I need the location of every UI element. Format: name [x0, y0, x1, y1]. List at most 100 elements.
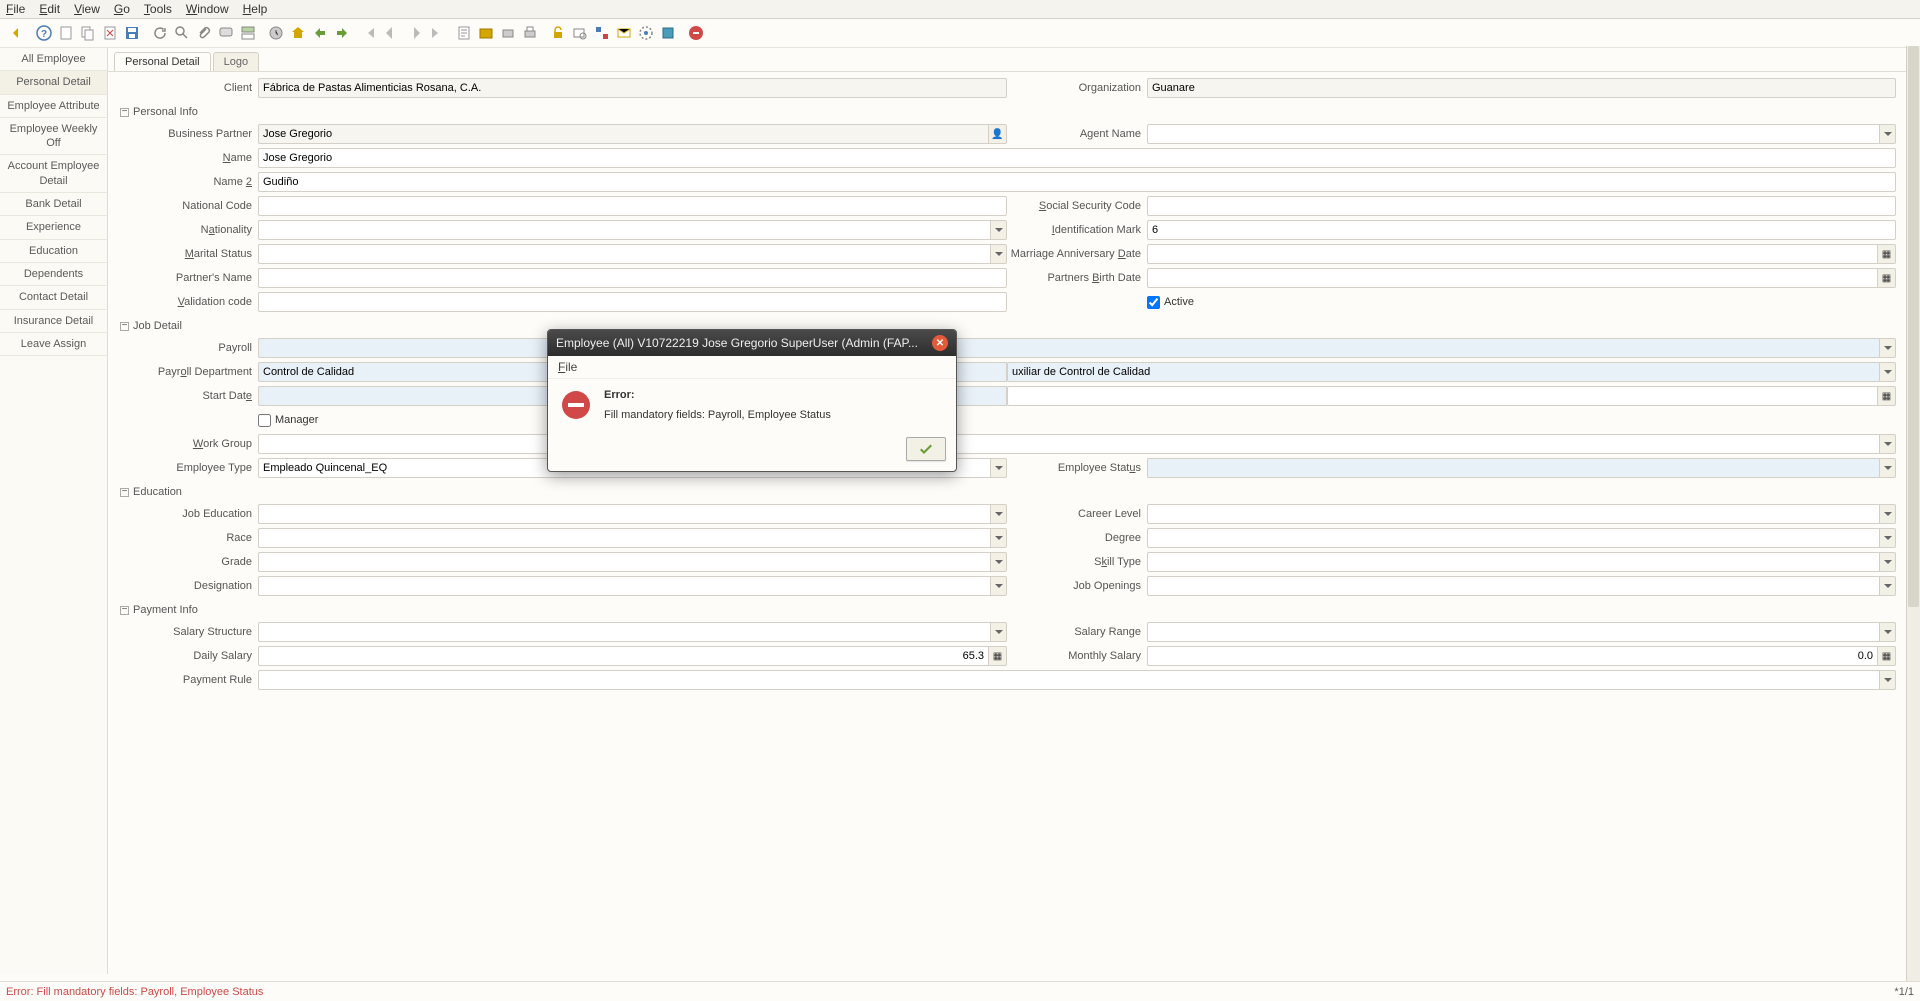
history-icon[interactable] — [266, 23, 286, 43]
workflow-icon[interactable] — [636, 23, 656, 43]
partner-birth-cal-icon[interactable]: ▦ — [1878, 268, 1896, 288]
dialog-titlebar[interactable]: Employee (All) V10722219 Jose Gregorio S… — [548, 330, 956, 356]
menu-tools[interactable]: Tools — [144, 2, 172, 16]
career-dropdown-icon[interactable] — [1880, 504, 1896, 524]
sidebar-item-experience[interactable]: Experience — [0, 216, 107, 239]
delete-icon[interactable] — [100, 23, 120, 43]
grade-dropdown-icon[interactable] — [991, 552, 1007, 572]
field-nationality[interactable] — [258, 220, 991, 240]
collapse-icon[interactable]: − — [120, 488, 129, 497]
toggle-icon[interactable] — [238, 23, 258, 43]
field-business-partner[interactable] — [258, 124, 989, 144]
field-grade[interactable] — [258, 552, 991, 572]
sidebar-item-employee-attribute[interactable]: Employee Attribute — [0, 95, 107, 118]
sidebar-item-employee-weekly-off[interactable]: Employee Weekly Off — [0, 118, 107, 156]
field-partner-birthdate[interactable] — [1147, 268, 1878, 288]
field-salary-structure[interactable] — [258, 622, 991, 642]
back-icon[interactable] — [6, 23, 26, 43]
jedu-dropdown-icon[interactable] — [991, 504, 1007, 524]
sidebar-item-insurance-detail[interactable]: Insurance Detail — [0, 310, 107, 333]
field-race[interactable] — [258, 528, 991, 548]
request-icon[interactable] — [614, 23, 634, 43]
field-payroll[interactable] — [258, 338, 1880, 358]
menu-view[interactable]: View — [74, 2, 100, 16]
emptype-dropdown-icon[interactable] — [991, 458, 1007, 478]
field-salary-range[interactable] — [1147, 622, 1880, 642]
menu-help[interactable]: Help — [243, 2, 268, 16]
field-partner-name[interactable] — [258, 268, 1007, 288]
help-icon[interactable]: ? — [34, 23, 54, 43]
home-icon[interactable] — [288, 23, 308, 43]
field-job-education[interactable] — [258, 504, 991, 524]
field-employee-status[interactable] — [1147, 458, 1880, 478]
field-daily-salary[interactable] — [258, 646, 989, 666]
next-icon[interactable] — [404, 23, 424, 43]
field-name[interactable] — [258, 148, 1896, 168]
degree-dropdown-icon[interactable] — [1880, 528, 1896, 548]
field-degree[interactable] — [1147, 528, 1880, 548]
last-icon[interactable] — [426, 23, 446, 43]
field-marriage-date[interactable] — [1147, 244, 1878, 264]
field-agent-name[interactable] — [1147, 124, 1880, 144]
print-preview-icon[interactable] — [498, 23, 518, 43]
collapse-icon[interactable]: − — [120, 108, 129, 117]
sidebar-item-personal-detail[interactable]: Personal Detail — [0, 71, 107, 94]
archive-icon[interactable] — [476, 23, 496, 43]
checkbox-manager[interactable]: Manager — [258, 414, 318, 427]
tab-logo[interactable]: Logo — [213, 52, 259, 71]
bp-lookup-icon[interactable]: 👤 — [989, 124, 1007, 144]
field-ssc[interactable] — [1147, 196, 1896, 216]
active-wf-icon[interactable] — [592, 23, 612, 43]
sidebar-item-dependents[interactable]: Dependents — [0, 263, 107, 286]
collapse-icon[interactable]: − — [120, 322, 129, 331]
tab-personal-detail[interactable]: Personal Detail — [114, 52, 211, 71]
race-dropdown-icon[interactable] — [991, 528, 1007, 548]
payroll-dropdown-icon[interactable] — [1880, 338, 1896, 358]
empstatus-dropdown-icon[interactable] — [1880, 458, 1896, 478]
field-validation-code[interactable] — [258, 292, 1007, 312]
parent-icon[interactable] — [310, 23, 330, 43]
detail-icon[interactable] — [332, 23, 352, 43]
vertical-scrollbar[interactable] — [1906, 46, 1920, 981]
salstr-dropdown-icon[interactable] — [991, 622, 1007, 642]
copy-icon[interactable] — [78, 23, 98, 43]
field-marital-status[interactable] — [258, 244, 991, 264]
refresh-icon[interactable] — [150, 23, 170, 43]
collapse-icon[interactable]: − — [120, 606, 129, 615]
first-icon[interactable] — [360, 23, 380, 43]
field-monthly-salary[interactable] — [1147, 646, 1878, 666]
new-icon[interactable] — [56, 23, 76, 43]
jobop-dropdown-icon[interactable] — [1880, 576, 1896, 596]
sidebar-item-leave-assign[interactable]: Leave Assign — [0, 333, 107, 356]
workgroup-dropdown-icon[interactable] — [1880, 434, 1896, 454]
field-id-mark[interactable] — [1147, 220, 1896, 240]
salrange-dropdown-icon[interactable] — [1880, 622, 1896, 642]
daily-calc-icon[interactable]: ▦ — [989, 646, 1007, 666]
nationality-dropdown-icon[interactable] — [991, 220, 1007, 240]
checkbox-active[interactable]: Active — [1147, 296, 1194, 309]
end-date-cal-icon[interactable]: ▦ — [1878, 386, 1896, 406]
dialog-file-menu[interactable]: File — [548, 356, 956, 379]
field-end-date[interactable] — [1007, 386, 1878, 406]
menu-window[interactable]: Window — [186, 2, 229, 16]
prev-icon[interactable] — [382, 23, 402, 43]
sidebar-item-all-employee[interactable]: All Employee — [0, 48, 107, 71]
end-icon[interactable] — [686, 23, 706, 43]
field-name2[interactable] — [258, 172, 1896, 192]
sidebar-item-bank-detail[interactable]: Bank Detail — [0, 193, 107, 216]
product-icon[interactable] — [658, 23, 678, 43]
report-icon[interactable] — [454, 23, 474, 43]
save-icon[interactable] — [122, 23, 142, 43]
print-icon[interactable] — [520, 23, 540, 43]
chat-icon[interactable] — [216, 23, 236, 43]
field-client[interactable] — [258, 78, 1007, 98]
field-payment-rule[interactable] — [258, 670, 1880, 690]
agent-dropdown-icon[interactable] — [1880, 124, 1896, 144]
menu-edit[interactable]: Edit — [39, 2, 60, 16]
field-work-group[interactable] — [258, 434, 1880, 454]
zoom-icon[interactable] — [570, 23, 590, 43]
field-national-code[interactable] — [258, 196, 1007, 216]
ok-button[interactable] — [906, 437, 946, 461]
scrollbar-thumb[interactable] — [1908, 46, 1919, 607]
sidebar-item-education[interactable]: Education — [0, 240, 107, 263]
